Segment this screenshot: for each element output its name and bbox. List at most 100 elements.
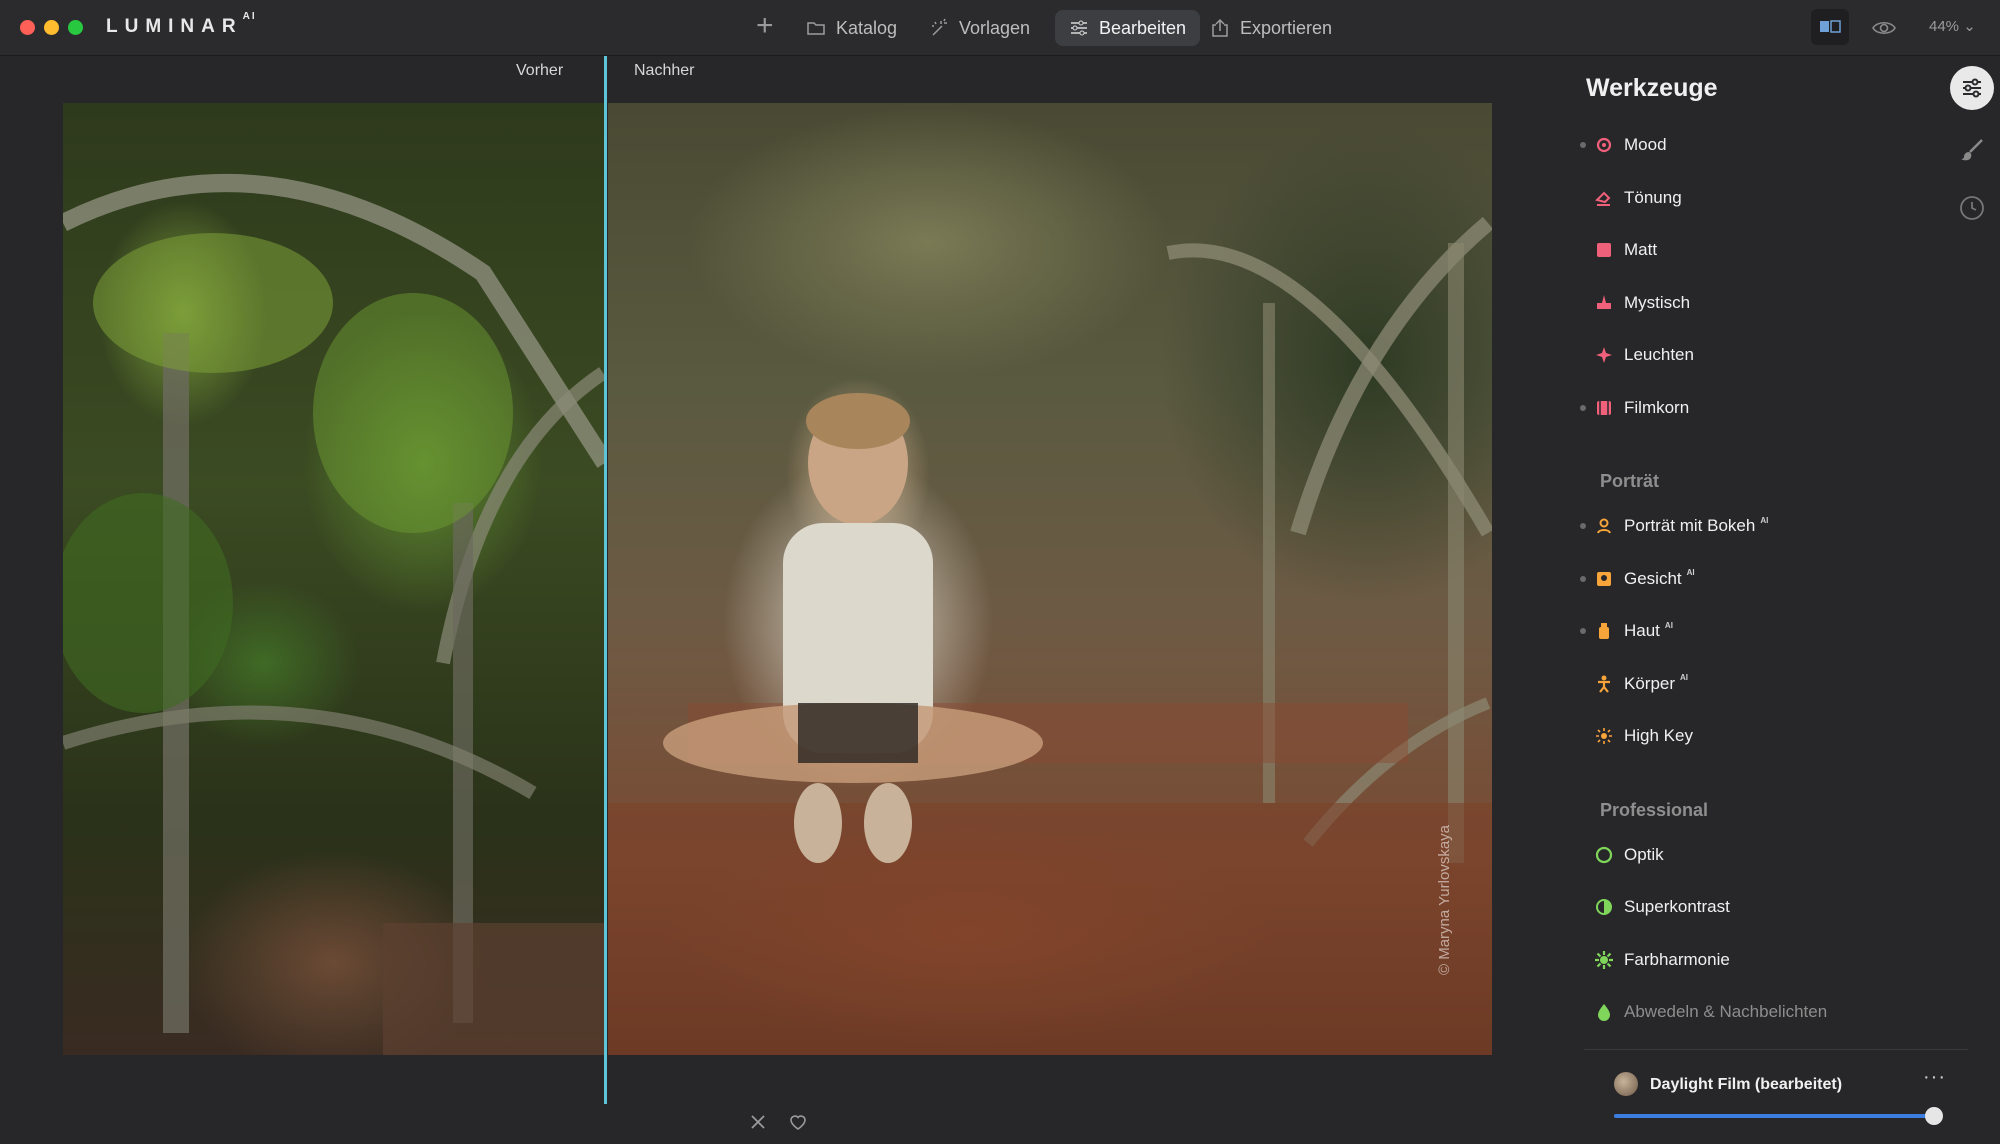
- tool-active-indicator: [1580, 300, 1586, 306]
- tab-bearbeiten-label: Bearbeiten: [1099, 17, 1187, 38]
- color-harmony-icon: [1594, 950, 1614, 970]
- section-header: Porträt: [1600, 471, 1660, 491]
- compare-divider-handle[interactable]: [604, 56, 607, 1104]
- toning-brush-icon: [1594, 188, 1614, 208]
- tool-label: Farbharmonie: [1624, 949, 1730, 969]
- preset-amount-slider[interactable]: [1614, 1107, 1943, 1125]
- favorite-heart-icon[interactable]: [788, 1112, 808, 1132]
- tool-high-key[interactable]: High Key: [1580, 719, 1693, 753]
- tool-gesicht[interactable]: Gesicht AI: [1580, 562, 1695, 596]
- zoom-window-button[interactable]: [68, 20, 83, 35]
- minimize-window-button[interactable]: [44, 20, 59, 35]
- share-icon: [1212, 18, 1228, 37]
- mood-icon: [1594, 135, 1614, 155]
- matte-square-icon: [1594, 240, 1614, 260]
- tool-active-indicator: [1580, 904, 1586, 910]
- tool-active-indicator: [1580, 404, 1586, 411]
- close-window-button[interactable]: [20, 20, 35, 35]
- tool-active-indicator: [1580, 352, 1586, 358]
- after-label: Nachher: [634, 62, 695, 79]
- compare-view-toggle[interactable]: [1811, 9, 1849, 45]
- tool-körper[interactable]: Körper AI: [1580, 667, 1688, 701]
- tool-label: Optik: [1624, 844, 1664, 864]
- tab-vorlagen[interactable]: Vorlagen: [915, 10, 1044, 46]
- tool-active-indicator: [1580, 1009, 1586, 1015]
- tool-porträt-mit-bokeh[interactable]: Porträt mit Bokeh AI: [1580, 509, 1768, 543]
- photo-after: [608, 103, 1492, 1055]
- section-header: Professional: [1600, 799, 1709, 820]
- tool-label: Haut: [1624, 621, 1660, 640]
- after-image-art: [608, 216, 1492, 1055]
- ai-badge: AI: [1760, 515, 1769, 525]
- tool-mood[interactable]: Mood: [1580, 128, 1667, 162]
- sparkle-wand-icon: [932, 18, 947, 36]
- local-masking-rail-button[interactable]: [1950, 128, 1994, 172]
- tool-matt[interactable]: Matt: [1580, 233, 1657, 267]
- tool-active-indicator: [1580, 733, 1586, 739]
- tool-haut[interactable]: Haut AI: [1580, 614, 1673, 648]
- title-bar: LUMINARAI + Katalog Vorlagen Bearbeiten …: [0, 0, 2000, 56]
- ai-badge: AI: [1686, 568, 1695, 577]
- contrast-icon: [1594, 897, 1614, 917]
- split-view-icon: [1820, 20, 1841, 33]
- preset-divider: [1584, 1049, 1968, 1050]
- tool-leuchten[interactable]: Leuchten: [1580, 338, 1694, 372]
- clock-icon: [1960, 196, 1984, 220]
- tools-rail-button[interactable]: [1950, 66, 1994, 110]
- tool-label: Matt: [1624, 240, 1658, 259]
- history-rail-button[interactable]: [1950, 186, 1994, 230]
- tool-tönung[interactable]: Tönung: [1580, 181, 1682, 215]
- skin-icon: [1594, 621, 1614, 641]
- tool-label: Mystisch: [1624, 292, 1691, 312]
- face-icon: [1594, 569, 1614, 589]
- tool-label: Leuchten: [1624, 345, 1694, 364]
- app-logo: LUMINARAI: [106, 10, 257, 37]
- ai-badge: AI: [1664, 620, 1673, 630]
- tool-label: Mood: [1624, 135, 1667, 154]
- tool-farbharmonie[interactable]: Farbharmonie: [1580, 943, 1730, 977]
- tool-label: Gesicht: [1624, 568, 1682, 588]
- tool-active-indicator: [1580, 575, 1586, 582]
- tool-active-indicator: [1580, 142, 1586, 148]
- tool-label: Porträt mit Bokeh: [1624, 516, 1756, 535]
- tool-label: Tönung: [1624, 187, 1682, 207]
- tab-katalog-label: Katalog: [836, 17, 898, 38]
- preset-amount-fill: [1614, 1114, 1934, 1118]
- ai-badge: AI: [1680, 673, 1689, 682]
- preset-amount-knob[interactable]: [1925, 1107, 1943, 1125]
- glow-sparkle-icon: [1594, 345, 1614, 365]
- folder-icon: [807, 22, 825, 35]
- mystic-icon: [1594, 293, 1614, 313]
- tool-abwedeln-nachbelichten[interactable]: Abwedeln & Nachbelichten: [1580, 995, 1827, 1029]
- tool-active-indicator: [1580, 247, 1586, 253]
- tool-label: Körper: [1624, 673, 1676, 693]
- optics-icon: [1594, 845, 1614, 865]
- preset-thumbnail: [1614, 1072, 1638, 1096]
- tool-label: Abwedeln & Nachbelichten: [1624, 1002, 1828, 1021]
- sliders-icon: [1071, 20, 1087, 36]
- reject-icon[interactable]: [748, 1112, 768, 1132]
- tool-active-indicator: [1580, 852, 1586, 858]
- zoom-value: 44%: [1929, 18, 1960, 35]
- tab-exportieren[interactable]: Exportieren: [1196, 10, 1346, 46]
- body-icon: [1594, 674, 1614, 694]
- tool-label: Superkontrast: [1624, 897, 1730, 916]
- zoom-dropdown[interactable]: 44% ⌄: [1929, 17, 1976, 35]
- tab-bearbeiten[interactable]: Bearbeiten: [1055, 10, 1201, 46]
- tool-active-indicator: [1580, 195, 1586, 201]
- dodge-burn-icon: [1594, 1002, 1614, 1022]
- tool-filmkorn[interactable]: Filmkorn: [1580, 391, 1689, 425]
- tab-katalog[interactable]: Katalog: [792, 10, 911, 46]
- photo-before: [63, 103, 605, 1055]
- tool-mystisch[interactable]: Mystisch: [1580, 286, 1690, 320]
- eye-icon[interactable]: [1871, 16, 1897, 40]
- tool-optik[interactable]: Optik: [1580, 838, 1664, 872]
- tool-superkontrast[interactable]: Superkontrast: [1580, 890, 1730, 924]
- add-photos-button[interactable]: +: [756, 10, 774, 42]
- before-image-art: [63, 174, 605, 1055]
- preset-more-button[interactable]: ···: [1923, 1066, 1946, 1089]
- photo-watermark: © Maryna Yurlovskaya: [1436, 824, 1453, 975]
- film-grain-icon: [1594, 398, 1614, 418]
- tab-exportieren-label: Exportieren: [1240, 17, 1333, 38]
- tool-active-indicator: [1580, 681, 1586, 687]
